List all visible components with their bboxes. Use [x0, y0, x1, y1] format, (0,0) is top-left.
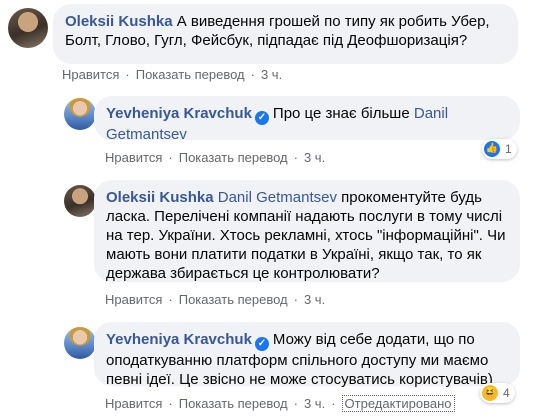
comment-actions: Нравится · Показать перевод · 3 ч. · Отредакти…	[105, 395, 455, 412]
comment-author[interactable]: Oleksii Kushka	[106, 189, 214, 206]
verified-icon: ✓	[254, 337, 269, 351]
timestamp[interactable]: 3 ч.	[304, 396, 325, 411]
reaction-count: 4	[503, 386, 510, 400]
show-translation-link[interactable]: Показать перевод	[179, 396, 288, 411]
like-link[interactable]: Нравится	[105, 150, 162, 165]
comment-bubble: Yevheniya Kravchuk ✓ Про це знає більше Da…	[94, 96, 520, 143]
comment-author[interactable]: Yevheniya Kravchuk	[106, 331, 252, 348]
separator: ·	[168, 396, 173, 411]
reaction-count: 1	[505, 142, 512, 156]
timestamp[interactable]: 3 ч.	[261, 67, 282, 82]
separator: ·	[125, 67, 130, 82]
show-translation-link[interactable]: Показать перевод	[136, 67, 245, 82]
separator: ·	[168, 292, 173, 307]
separator: ·	[293, 292, 298, 307]
comment-text: Про це знає більше	[272, 105, 414, 122]
separator: ·	[331, 396, 336, 411]
timestamp[interactable]: 3 ч.	[304, 150, 325, 165]
comment-author[interactable]: Oleksii Kushka	[65, 13, 173, 30]
comment-bubble: Oleksii Kushka А виведення грошей по тип…	[53, 4, 518, 64]
separator: ·	[293, 150, 298, 165]
avatar[interactable]	[8, 8, 48, 48]
timestamp[interactable]: 3 ч.	[304, 292, 325, 307]
separator: ·	[250, 67, 255, 82]
comment-actions: Нравится · Показать перевод · 3 ч.	[62, 67, 282, 82]
like-link[interactable]: Нравится	[105, 396, 162, 411]
haha-icon: 😆	[482, 385, 498, 401]
like-link[interactable]: Нравится	[62, 67, 119, 82]
like-icon: 👍	[484, 141, 500, 157]
comment-author[interactable]: Yevheniya Kravchuk	[106, 105, 252, 122]
verified-icon: ✓	[254, 111, 269, 125]
reaction-summary[interactable]: 😆 4	[480, 383, 515, 403]
avatar[interactable]	[64, 98, 96, 130]
avatar[interactable]	[64, 327, 96, 359]
show-translation-link[interactable]: Показать перевод	[179, 292, 288, 307]
show-translation-link[interactable]: Показать перевод	[179, 150, 288, 165]
mention-link[interactable]: Danil Getmantsev	[218, 189, 337, 206]
comment-bubble: Oleksii Kushka Danil Getmantsev прокомен…	[94, 180, 520, 282]
separator: ·	[168, 150, 173, 165]
avatar[interactable]	[64, 185, 96, 217]
reaction-summary[interactable]: 👍 1	[482, 139, 517, 159]
separator: ·	[293, 396, 298, 411]
comment-bubble: Yevheniya Kravchuk ✓ Можу від себе додати,…	[94, 322, 520, 388]
edited-label[interactable]: Отредактировано	[341, 395, 455, 412]
like-link[interactable]: Нравится	[105, 292, 162, 307]
comment-actions: Нравится · Показать перевод · 3 ч.	[105, 292, 325, 307]
comment-actions: Нравится · Показать перевод · 3 ч.	[105, 150, 325, 165]
